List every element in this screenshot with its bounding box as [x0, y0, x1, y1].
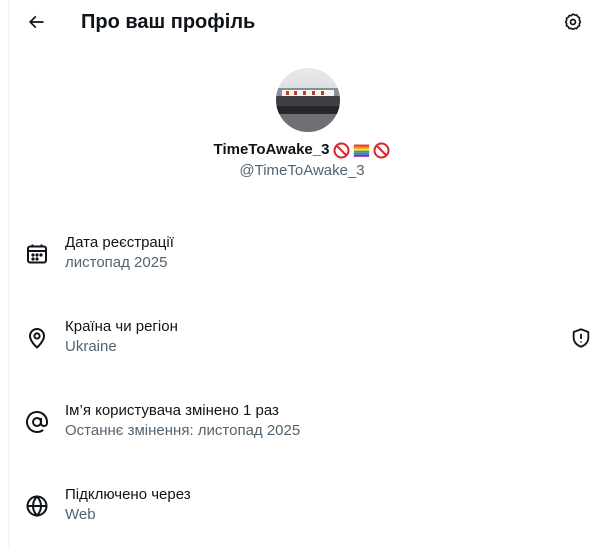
location-pin-icon	[29, 328, 45, 349]
display-name: TimeToAwake_3	[213, 141, 330, 158]
detail-title: Дата реєстрації	[65, 234, 174, 251]
detail-row-country: Країна чи регіон Ukraine	[0, 317, 604, 365]
calendar-icon	[27, 244, 47, 264]
gear-icon	[564, 13, 582, 31]
avatar[interactable]	[276, 68, 340, 132]
no-entry-emoji	[373, 142, 390, 158]
detail-value: листопад 2025	[65, 254, 168, 271]
avatar-photo	[276, 68, 340, 132]
detail-title: Підключено через	[65, 486, 191, 503]
user-handle: @TimeToAwake_3	[239, 162, 365, 179]
detail-row-connected-via: Підключено через Web	[0, 485, 604, 533]
globe-icon	[26, 495, 48, 517]
detail-value: Останнє змінення: листопад 2025	[65, 422, 301, 439]
detail-row-joined: Дата реєстрації листопад 2025	[0, 233, 604, 281]
at-sign-icon	[26, 410, 48, 433]
back-button[interactable]	[20, 6, 52, 38]
detail-title: Ім’я користувача змінено 1 раз	[65, 402, 279, 419]
page-title: Про ваш профіль	[81, 11, 256, 33]
no-entry-emoji	[333, 142, 350, 158]
settings-button[interactable]	[557, 6, 589, 38]
detail-value: Ukraine	[65, 338, 117, 355]
detail-row-username-changes: Ім’я користувача змінено 1 раз Останнє з…	[0, 401, 604, 449]
detail-title: Країна чи регіон	[65, 318, 178, 335]
top-bar: Про ваш профіль	[0, 0, 604, 44]
arrow-left-icon	[28, 15, 44, 29]
detail-value: Web	[65, 506, 96, 523]
rainbow-flag-emoji	[354, 144, 370, 157]
shield-alert-icon[interactable]	[570, 327, 592, 349]
display-name-row: TimeToAwake_3	[0, 140, 604, 160]
